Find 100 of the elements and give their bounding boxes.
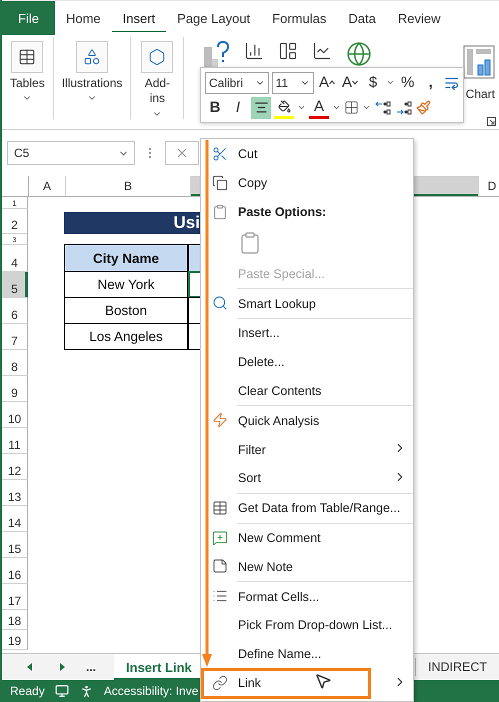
clipboard-icon (212, 204, 228, 220)
menu-item[interactable]: New Comment (210, 524, 413, 552)
more-sheets[interactable]: ... (86, 660, 96, 674)
accessibility-status[interactable]: Accessibility: Inve (104, 684, 198, 698)
mouse-cursor-icon (314, 672, 332, 690)
chevron-down-icon[interactable] (297, 103, 306, 112)
row-header[interactable]: 15 (2, 532, 28, 558)
menu-item[interactable]: Filter (210, 435, 413, 464)
menu-item[interactable]: Copy (210, 168, 413, 198)
panel-chart-icon[interactable] (278, 41, 298, 61)
row-header[interactable]: 2 (2, 209, 28, 234)
cancel-button[interactable] (165, 141, 199, 165)
font-color-button[interactable]: A (309, 96, 329, 118)
menu-item[interactable]: Format Cells... (210, 582, 413, 611)
grow-font-button[interactable]: A (317, 72, 338, 94)
caret-down-icon (352, 80, 358, 85)
shrink-font-button[interactable]: A (340, 72, 360, 94)
decrease-decimal-icon[interactable] (374, 100, 392, 116)
note-icon (212, 558, 228, 574)
table-icon (18, 48, 36, 66)
paint-bucket-icon (278, 100, 290, 112)
copy-icon (212, 174, 228, 191)
row-header[interactable]: 17 (2, 584, 28, 610)
line-chart-icon[interactable] (312, 41, 332, 61)
menu-item[interactable]: Link (210, 668, 413, 698)
currency-button[interactable]: $ (363, 72, 384, 94)
ribbon-tab[interactable]: Home (54, 1, 112, 35)
row-header[interactable]: 9 (2, 376, 28, 402)
ribbon-tab[interactable]: Formulas (261, 1, 338, 35)
group-label[interactable]: Add-ins (139, 76, 176, 106)
row-header[interactable]: 5 (2, 272, 28, 298)
group-label[interactable]: Illustrations (62, 76, 122, 90)
dialog-launcher-icon[interactable] (487, 117, 496, 126)
row-header[interactable]: 8 (2, 350, 28, 376)
row-header[interactable]: 6 (2, 298, 28, 324)
row-header[interactable]: 12 (2, 454, 28, 480)
menu-item[interactable]: Clear Contents (210, 376, 413, 406)
row-header[interactable]: 16 (2, 558, 28, 584)
row-header[interactable]: 18 (2, 610, 28, 630)
bold-button[interactable]: B (205, 96, 225, 118)
link-icon (212, 674, 228, 691)
ribbon-tab[interactable]: Page Layout (166, 1, 262, 35)
percent-button[interactable]: % (398, 72, 418, 94)
menu-item[interactable]: Smart Lookup (210, 289, 413, 318)
align-center-button[interactable] (251, 96, 271, 118)
menu-item[interactable]: Quick Analysis (210, 406, 413, 436)
previous-sheet-icon[interactable] (26, 662, 34, 672)
next-sheet-icon[interactable] (58, 662, 66, 672)
name-box[interactable]: C5 (7, 141, 135, 165)
font-dropdown[interactable]: Calibri (205, 72, 269, 94)
chart-button-label[interactable]: Chart (466, 83, 495, 101)
menu-item[interactable]: Insert... (210, 318, 413, 348)
menu-item[interactable]: Sort (210, 464, 413, 493)
menu-item[interactable]: Get Data from Table/Range... (210, 494, 413, 523)
borders-icon[interactable] (344, 100, 359, 115)
comment-icon (212, 530, 228, 546)
shapes-icon (83, 48, 102, 66)
scissors-icon (212, 146, 228, 162)
format-painter-icon[interactable] (416, 100, 431, 115)
menu-item[interactable]: Define Name... (210, 640, 413, 669)
ribbon-tab[interactable]: Review (386, 1, 452, 35)
row-header[interactable]: 11 (2, 428, 28, 454)
ribbon-button-icon-frame[interactable] (11, 41, 44, 73)
row-header[interactable]: 19 (2, 630, 28, 650)
globe-icon[interactable] (346, 41, 372, 67)
row-header[interactable]: 10 (2, 402, 28, 428)
chart-panel-icon[interactable] (463, 45, 495, 79)
hexagon-icon (148, 48, 166, 66)
group-label[interactable]: Tables (10, 76, 45, 90)
ribbon-tab[interactable]: Data (337, 1, 387, 35)
status-text: Ready (10, 684, 45, 698)
row-header[interactable]: 14 (2, 506, 28, 532)
table-cell: Boston (64, 297, 188, 324)
menu-item[interactable]: Delete... (210, 348, 413, 377)
lightning-icon (212, 412, 228, 428)
ribbon-tab[interactable]: File (2, 1, 55, 35)
title-cell: Usi (64, 212, 200, 234)
italic-button[interactable]: I (228, 96, 248, 118)
row-header[interactable]: 13 (2, 480, 28, 506)
align-center-icon (254, 100, 268, 115)
close-icon (175, 146, 189, 160)
row-header[interactable]: 4 (2, 245, 28, 272)
ribbon-tab[interactable]: Insert (112, 1, 166, 35)
chevron-down-icon[interactable] (386, 78, 395, 87)
menu-item[interactable]: Pick From Drop-down List... (210, 610, 413, 640)
chevron-down-icon[interactable] (332, 103, 341, 112)
font-size-dropdown[interactable]: 11 (272, 72, 314, 94)
row-header[interactable]: 1 (2, 197, 28, 209)
search-icon (212, 295, 228, 312)
table-icon (212, 500, 228, 516)
monitor-icon[interactable] (54, 684, 69, 698)
menu-heading: Paste Options: (210, 198, 413, 226)
increase-decimal-icon[interactable] (395, 100, 413, 116)
menu-item[interactable]: Cut (210, 140, 413, 169)
row-header[interactable]: 7 (2, 324, 28, 350)
menu-item[interactable]: New Note (210, 552, 413, 582)
column-chart-icon[interactable] (244, 41, 264, 61)
chevron-down-icon[interactable] (362, 103, 371, 112)
table-cell: Los Angeles (64, 323, 188, 350)
comma-button[interactable]: , (420, 72, 441, 94)
